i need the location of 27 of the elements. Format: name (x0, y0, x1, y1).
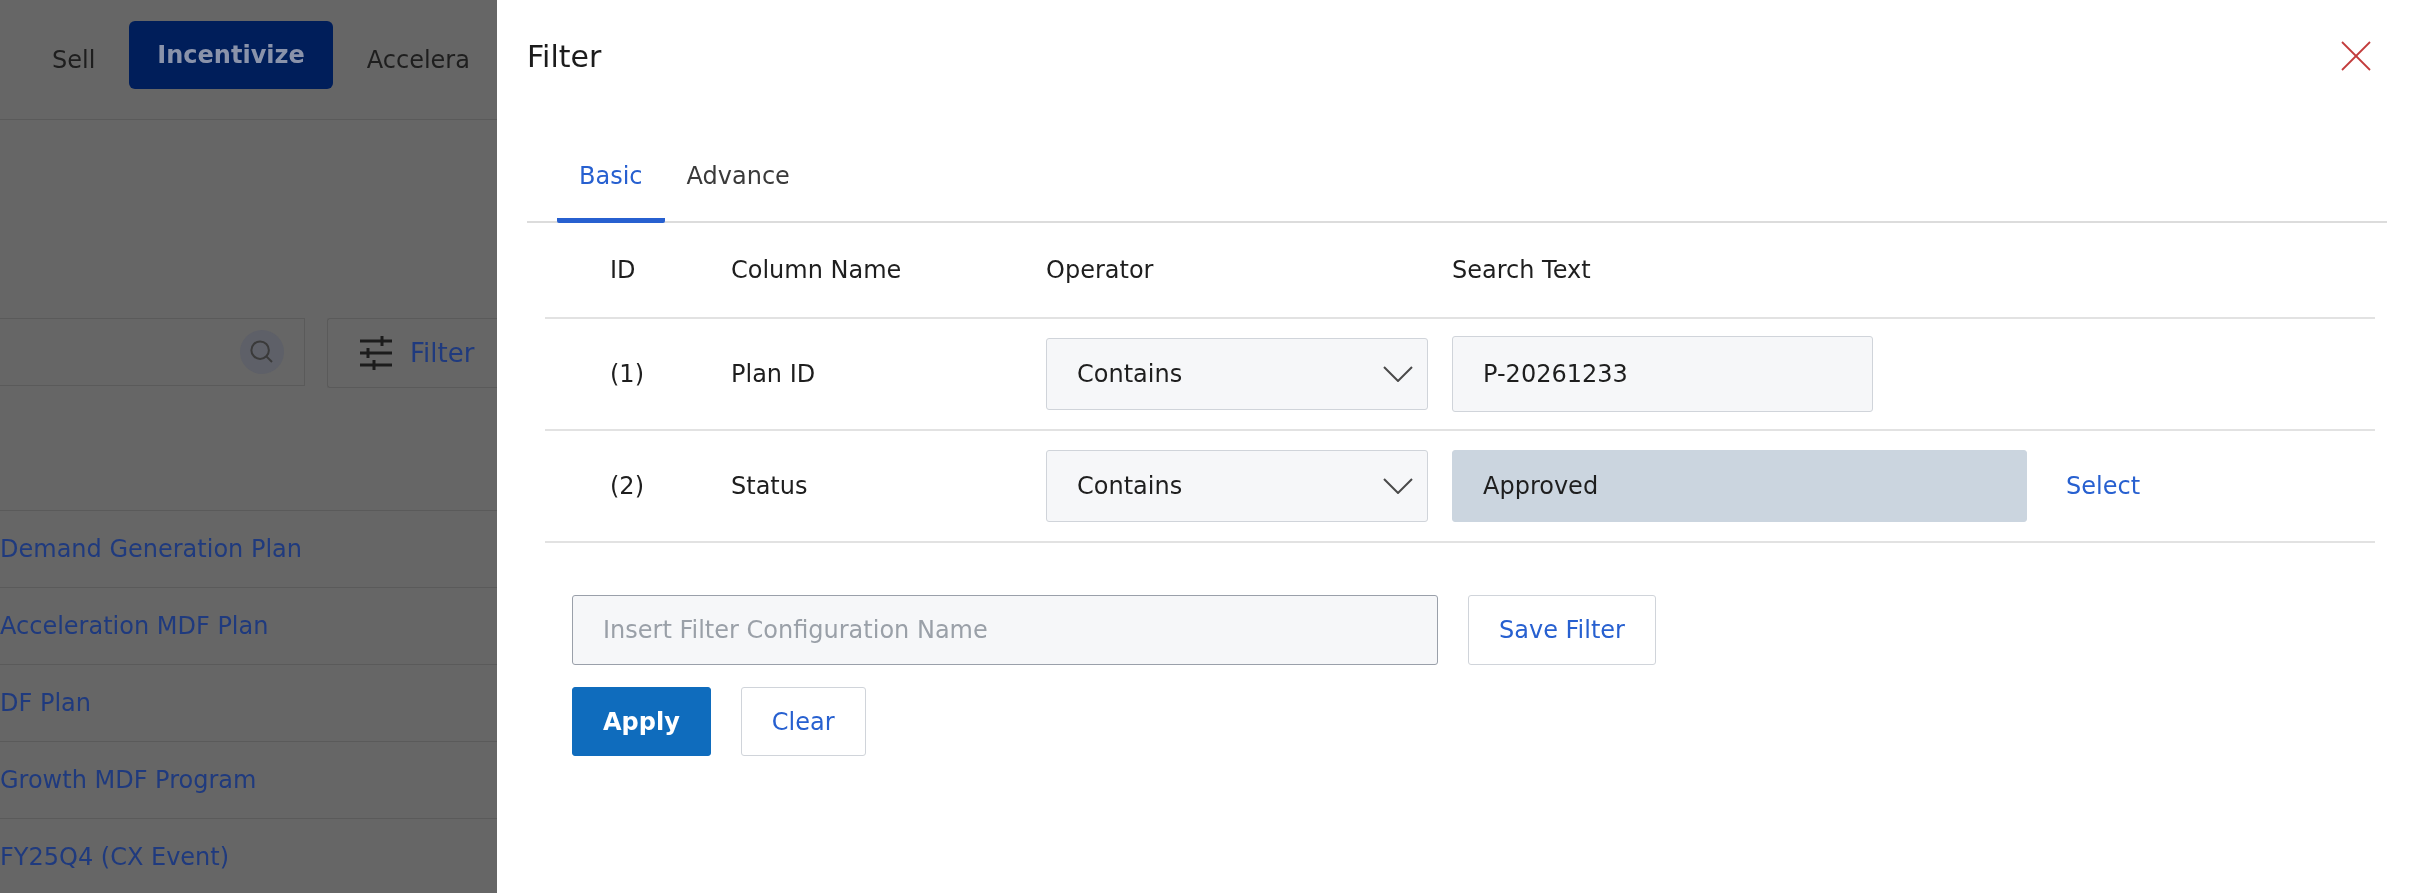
search-text-field[interactable]: P-20261233 (1452, 336, 1873, 412)
chevron-down-icon (1383, 366, 1413, 382)
save-filter-button[interactable]: Save Filter (1468, 595, 1656, 665)
search-field[interactable] (0, 318, 305, 386)
select-link[interactable]: Select (2066, 472, 2141, 500)
table-cell-text: (1) (610, 360, 645, 388)
sliders-icon (358, 335, 394, 371)
table-cell-text: Status (731, 472, 809, 500)
tab[interactable]: Basic (557, 162, 665, 223)
operator-dropdown[interactable]: Contains (1046, 450, 1428, 522)
configuration-name-field[interactable]: Insert Filter Configuration Name (572, 595, 1438, 665)
operator-dropdown[interactable]: Contains (1046, 338, 1428, 410)
nav-tab[interactable]: Sell (52, 45, 96, 74)
column-header: ID (610, 256, 637, 284)
nav-tab[interactable]: Incentivize (129, 20, 333, 89)
dialog-title: Filter (527, 38, 602, 74)
column-header: Operator (1046, 256, 1155, 284)
clear-button[interactable]: Clear (740, 687, 866, 756)
chevron-down-icon (1383, 478, 1413, 494)
nav-tab[interactable]: Accelera (366, 45, 470, 74)
column-header: Search Text (1452, 256, 1592, 284)
column-header: Column Name (731, 256, 903, 284)
tab[interactable]: Advance (664, 162, 812, 223)
table-cell-text: (2) (610, 472, 645, 500)
apply-button[interactable]: Apply (572, 687, 711, 756)
table-cell-text: Plan ID (731, 360, 817, 388)
close-icon (2341, 41, 2371, 71)
